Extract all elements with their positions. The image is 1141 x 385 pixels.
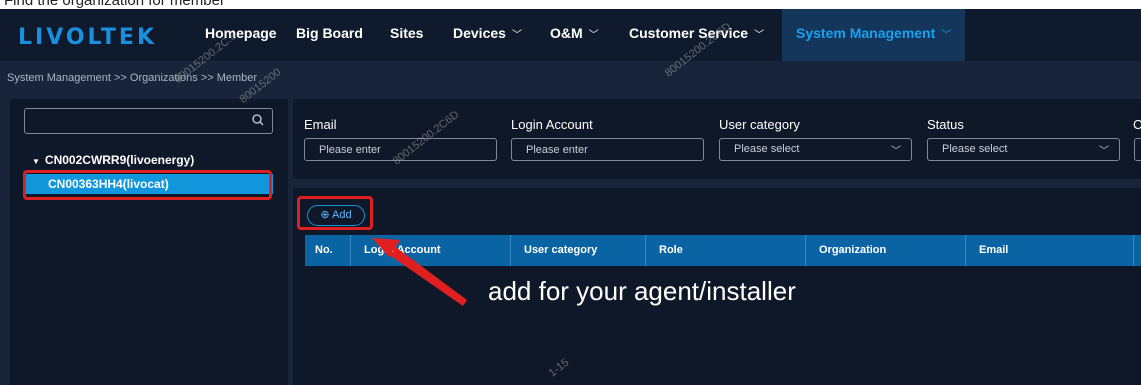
nav-devices[interactable]: Devices ﹀ xyxy=(453,9,522,61)
column-header-no: No. xyxy=(315,244,333,256)
nav-sites-label: Sites xyxy=(390,25,424,41)
column-header-user-category: User category xyxy=(524,244,598,256)
login-account-input[interactable] xyxy=(511,138,704,161)
nav-system-management-label: System Management xyxy=(796,25,936,41)
table-header: No. Login Account User category Role Org… xyxy=(305,235,1141,266)
nav-om-label: O&M xyxy=(550,25,583,41)
livoltek-logo[interactable]: LIVOLTEK xyxy=(18,25,157,50)
cut-off-select[interactable] xyxy=(1134,138,1141,161)
tree-node-selected[interactable]: CN00363HH4(livocat) xyxy=(24,174,273,194)
column-divider[interactable] xyxy=(350,235,351,266)
filter-user-category-label: User category xyxy=(719,117,800,132)
chevron-down-icon: ﹀ xyxy=(1099,146,1109,157)
nav-system-management[interactable]: System Management ﹀ xyxy=(782,9,966,61)
status-placeholder: Please select xyxy=(942,143,1008,155)
nav-customer-service[interactable]: Customer Service ﹀ xyxy=(629,9,764,61)
nav-devices-label: Devices xyxy=(453,25,506,41)
column-divider[interactable] xyxy=(805,235,806,266)
column-header-organization: Organization xyxy=(819,244,887,256)
nav-homepage-label: Homepage xyxy=(205,25,277,41)
caret-down-icon[interactable]: ▼ xyxy=(32,157,40,166)
search-icon[interactable] xyxy=(251,113,265,127)
column-divider[interactable] xyxy=(1133,235,1134,266)
filter-cut-off-label: C xyxy=(1133,117,1141,132)
column-header-login-account: Login Account xyxy=(364,244,441,256)
filter-panel: Email Login Account User category Please… xyxy=(293,99,1141,179)
filter-email-label: Email xyxy=(304,117,337,132)
nav-big-board[interactable]: Big Board xyxy=(296,9,363,61)
column-divider[interactable] xyxy=(965,235,966,266)
nav-customer-service-label: Customer Service xyxy=(629,25,749,41)
chevron-down-icon: ﹀ xyxy=(891,146,901,157)
filter-status-label: Status xyxy=(927,117,964,132)
page-caption: Find the organization for member xyxy=(0,0,1141,9)
nav-big-board-label: Big Board xyxy=(296,25,363,41)
filter-login-account-label: Login Account xyxy=(511,117,593,132)
status-select[interactable]: Please select ﹀ xyxy=(927,138,1120,161)
user-category-select[interactable]: Please select ﹀ xyxy=(719,138,912,161)
column-divider[interactable] xyxy=(645,235,646,266)
user-category-placeholder: Please select xyxy=(734,143,800,155)
caption-text: Find the organization for member xyxy=(4,0,225,9)
annotation-text: add for your agent/installer xyxy=(488,276,796,306)
tree-node-selected-label: CN00363HH4(livocat) xyxy=(48,177,169,191)
organization-tree-panel: ▼ CN002CWRR9(livoenergy) CN00363HH4(livoc… xyxy=(10,99,288,385)
tree-node-root-label: CN002CWRR9(livoenergy) xyxy=(44,153,195,167)
chevron-down-icon: ﹀ xyxy=(588,30,599,41)
chevron-down-icon: ﹀ xyxy=(941,30,952,41)
tree-search-input[interactable] xyxy=(24,108,273,134)
column-header-role: Role xyxy=(659,244,683,256)
chevron-down-icon: ﹀ xyxy=(511,30,522,41)
nav-om[interactable]: O&M ﹀ xyxy=(550,9,599,61)
column-divider[interactable] xyxy=(510,235,511,266)
column-header-email: Email xyxy=(979,244,1009,256)
top-navbar: LIVOLTEK Homepage Big Board Sites Device… xyxy=(0,9,1141,61)
nav-homepage[interactable]: Homepage xyxy=(205,9,277,61)
breadcrumb: System Management >> Organizations >> Me… xyxy=(7,72,258,84)
nav-sites[interactable]: Sites xyxy=(390,9,423,61)
main-content: System Management >> Organizations >> Me… xyxy=(0,61,1141,385)
chevron-down-icon: ﹀ xyxy=(754,30,765,41)
add-button[interactable]: ⊕ Add xyxy=(307,205,365,226)
tree-node-root[interactable]: ▼ CN002CWRR9(livoenergy) xyxy=(32,153,194,167)
email-input[interactable] xyxy=(304,138,497,161)
